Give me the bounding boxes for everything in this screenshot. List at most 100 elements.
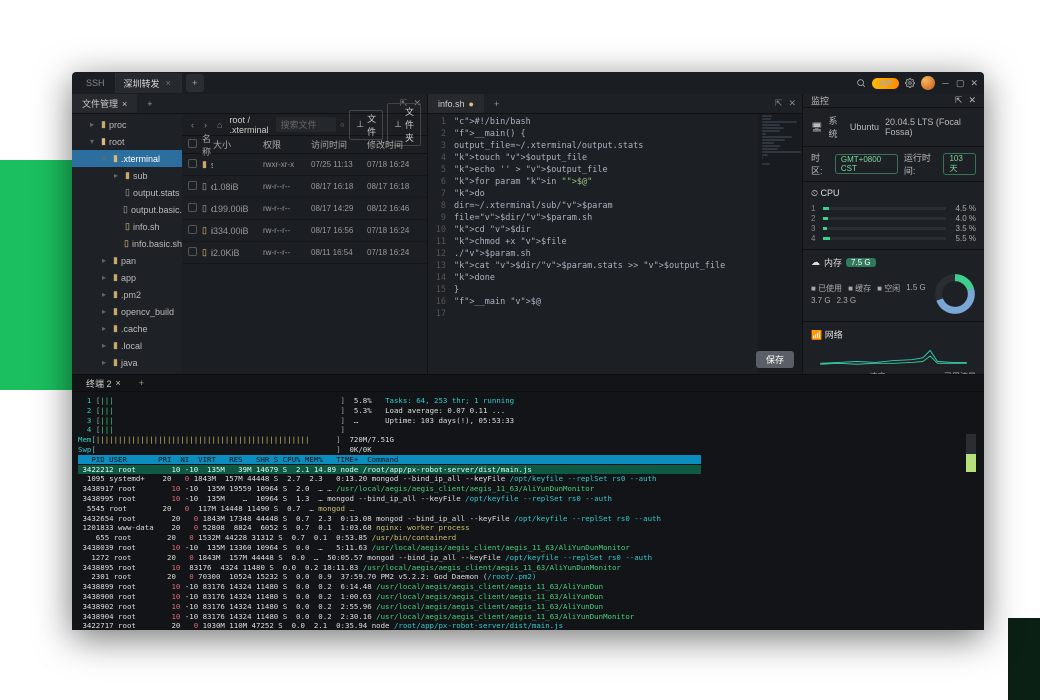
file-row[interactable]: ▯ output.bas199.00iBrw-r--r--08/17 14:29… — [182, 198, 427, 220]
breadcrumb[interactable]: root / .xterminal — [229, 115, 268, 135]
home-icon[interactable]: ⌂ — [214, 120, 225, 130]
code-editor: info.sh ● + ⇱ ✕ 123456789101112131415161… — [428, 94, 802, 374]
file-icon: ▯ — [124, 238, 129, 249]
file-icon: ▯ — [123, 204, 128, 215]
upper-pane: 文件管理× + ⇱ ✕ ▸▮proc▾▮root▾▮.xterminal▸▮su… — [72, 94, 984, 374]
disk-bar — [966, 434, 976, 472]
close-icon[interactable]: × — [116, 378, 121, 388]
checkbox[interactable] — [188, 181, 197, 190]
net-sparkline — [811, 345, 976, 367]
search-icon[interactable] — [856, 78, 866, 88]
folder-icon: ▮ — [113, 255, 118, 266]
checkbox[interactable] — [188, 225, 197, 234]
monitor-tab: 监控 ⇱ ✕ — [803, 94, 984, 108]
new-tab-button[interactable]: + — [186, 74, 204, 92]
host-tabs: SSH 深圳转发× + — [78, 73, 204, 93]
checkbox[interactable] — [188, 159, 197, 168]
tree-node[interactable]: ▯output.basic. — [72, 201, 182, 218]
tree-node[interactable]: ▯info.sh — [72, 218, 182, 235]
add-terminal-tab[interactable]: + — [133, 378, 150, 388]
minimap[interactable] — [758, 114, 802, 374]
tree-node[interactable]: ▯info.basic.sh — [72, 235, 182, 252]
add-editor-tab[interactable]: + — [488, 99, 505, 109]
minimize-button[interactable]: － — [941, 77, 950, 90]
tree-node[interactable]: ▸▮.cache — [72, 320, 182, 337]
add-fm-tab[interactable]: + — [141, 99, 158, 109]
folder-icon: ▮ — [113, 323, 118, 334]
file-row[interactable]: ▯ info.sh334.00iBrw-r--r--08/17 16:5607/… — [182, 220, 427, 242]
close-icon[interactable]: ✕ — [968, 95, 976, 106]
system-section: 🖥 系统 Ubuntu 20.04.5 LTS (Focal Fossa) — [803, 108, 984, 147]
os-badge: Ubuntu — [850, 122, 879, 132]
folder-icon: ▮ — [113, 153, 118, 164]
folder-icon: ▮ — [113, 289, 118, 300]
close-icon[interactable]: × — [122, 99, 127, 109]
file-row[interactable]: ▮ subrwxr-xr-x07/25 11:1307/18 16:24 — [182, 154, 427, 176]
timezone-badge: GMT+0800 CST — [835, 154, 898, 174]
path-bar: ‹ › ⌂ root / .xterminal 搜索文件 ⊥ 文件 ⊥ 文件夹 — [182, 114, 427, 136]
editor-tab[interactable]: info.sh ● — [428, 94, 484, 113]
app-window: SSH 深圳转发× + VIP － ▢ ✕ 文件管理× + ⇱ ✕ — [72, 72, 984, 630]
save-button[interactable]: 保存 — [756, 351, 794, 368]
file-manager: 文件管理× + ⇱ ✕ ▸▮proc▾▮root▾▮.xterminal▸▮su… — [72, 94, 428, 374]
folder-icon: ▮ — [125, 170, 130, 181]
folder-icon: ▮ — [113, 306, 118, 317]
gear-icon[interactable] — [905, 78, 915, 88]
tree-node[interactable]: ▸▮sub — [72, 167, 182, 184]
file-icon: ▯ — [125, 187, 130, 198]
tree-node[interactable]: ▾▮root — [72, 133, 182, 150]
tree-node[interactable]: ▸▮app — [72, 269, 182, 286]
monitor-icon: 🖥 — [811, 122, 822, 133]
expand-icon[interactable]: ⇱ — [955, 95, 963, 106]
checkbox[interactable] — [188, 247, 197, 256]
close-editor-icon[interactable]: ✕ — [788, 98, 796, 109]
close-icon[interactable]: × — [166, 78, 171, 88]
file-icon: ▯ — [202, 181, 207, 192]
tab-ssh[interactable]: SSH — [78, 73, 116, 93]
expand-editor-icon[interactable]: ⇱ — [775, 98, 783, 109]
file-row[interactable]: ▯ info.basic.2.0KiBrw-r--r--08/11 16:540… — [182, 242, 427, 264]
file-tree[interactable]: ▸▮proc▾▮root▾▮.xterminal▸▮sub▯output.sta… — [72, 114, 182, 374]
terminal-tab[interactable]: 终端 2 × — [78, 375, 129, 391]
checkbox-all[interactable] — [188, 139, 197, 148]
tree-node[interactable]: ▸▮.local — [72, 337, 182, 354]
tree-node[interactable]: ▾▮.xterminal — [72, 150, 182, 167]
monitor-panel: 监控 ⇱ ✕ 🖥 系统 Ubuntu 20.04.5 LTS (Focal Fo… — [802, 94, 984, 374]
file-list: ‹ › ⌂ root / .xterminal 搜索文件 ⊥ 文件 ⊥ 文件夹 — [182, 114, 427, 374]
checkbox[interactable] — [188, 203, 197, 212]
folder-icon: ▮ — [113, 272, 118, 283]
fm-tab[interactable]: 文件管理× — [72, 94, 137, 113]
editor-body[interactable]: 1234567891011121314151617 "c">#!/bin/bas… — [428, 114, 802, 374]
tree-node[interactable]: ▸▮java — [72, 354, 182, 371]
new-file-button[interactable]: ⊥ 文件 — [349, 110, 383, 140]
back-button[interactable]: ‹ — [188, 120, 197, 130]
uptime-badge: 103 天 — [943, 153, 976, 175]
window-controls: VIP － ▢ ✕ — [856, 76, 978, 90]
search-input[interactable]: 搜索文件 — [276, 117, 336, 132]
file-icon: ▯ — [202, 225, 207, 236]
search-icon[interactable] — [340, 120, 345, 130]
close-window-button[interactable]: ✕ — [970, 78, 978, 89]
tab-host[interactable]: 深圳转发× — [116, 73, 182, 93]
file-icon: ▯ — [125, 221, 130, 232]
tree-node[interactable]: ▸▮proc — [72, 116, 182, 133]
tree-node[interactable]: ▸▮.pm2 — [72, 286, 182, 303]
tree-node[interactable]: ▸▮opencv_build — [72, 303, 182, 320]
content: 文件管理× + ⇱ ✕ ▸▮proc▾▮root▾▮.xterminal▸▮su… — [72, 94, 984, 630]
os-version: 20.04.5 LTS (Focal Fossa) — [885, 117, 976, 137]
memory-donut — [934, 273, 976, 315]
folder-icon: ▮ — [202, 159, 207, 170]
file-icon: ▯ — [202, 203, 207, 214]
file-header: 名称 大小 权限 访问时间 修改时间 — [182, 136, 427, 154]
forward-button[interactable]: › — [201, 120, 210, 130]
vip-badge: VIP — [872, 78, 899, 89]
file-icon: ▯ — [202, 247, 207, 258]
tree-node[interactable]: ▯output.stats — [72, 184, 182, 201]
cpu-core-row: 14.5 % — [811, 203, 976, 213]
maximize-button[interactable]: ▢ — [956, 78, 965, 89]
folder-icon: ▮ — [113, 340, 118, 351]
terminal-output[interactable]: 1 [||| ] 5.8% Tasks: 64, 253 thr; 1 runn… — [72, 392, 984, 630]
file-row[interactable]: ▯ output.sta1.08iBrw-r--r--08/17 16:1808… — [182, 176, 427, 198]
avatar[interactable] — [921, 76, 935, 90]
tree-node[interactable]: ▸▮pan — [72, 252, 182, 269]
